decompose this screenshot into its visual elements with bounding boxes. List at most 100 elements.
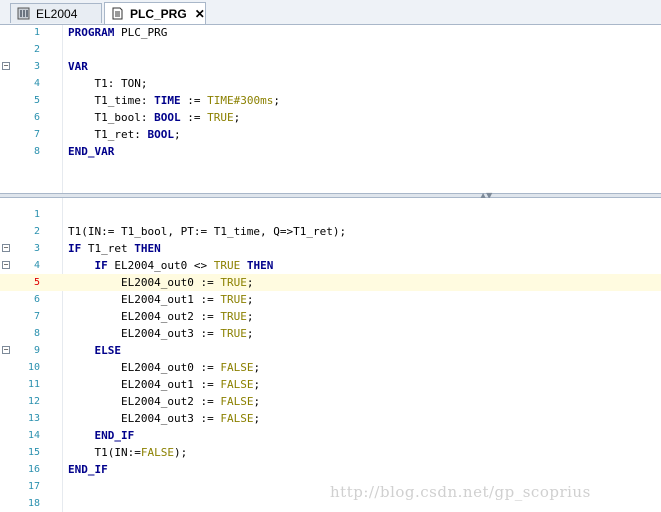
code-text: PROGRAM PLC_PRG — [68, 24, 167, 41]
line-number: 8 — [33, 146, 40, 157]
line-number: 6 — [33, 112, 40, 123]
line-number: 5 — [33, 277, 40, 288]
code-token: IF — [94, 259, 108, 272]
code-text: ELSE — [68, 342, 122, 359]
code-token: BOOL — [147, 128, 174, 141]
code-token: ; — [246, 327, 254, 340]
code-token: T1_bool: — [68, 111, 155, 124]
code-token: EL2004_out0 := — [68, 361, 221, 374]
code-text: T1_bool: BOOL := TRUE; — [68, 109, 240, 126]
line-number: 8 — [33, 328, 40, 339]
code-token: ; — [273, 94, 280, 107]
line-number: 1 — [33, 209, 40, 220]
line-number: 12 — [27, 396, 40, 407]
code-token: END_VAR — [68, 145, 115, 158]
code-line[interactable]: 16 END_IF — [0, 461, 661, 478]
code-token: FALSE — [140, 446, 174, 459]
code-token: TRUE — [207, 111, 234, 124]
code-token: PROGRAM — [68, 26, 115, 39]
code-token: TRUE — [220, 276, 247, 289]
code-line[interactable]: 14 END_IF — [0, 427, 661, 444]
code-line[interactable]: 5 EL2004_out0 := TRUE; — [0, 274, 661, 291]
code-token: T1(IN:= T1_bool, PT:= T1_time, Q=>T1_ret… — [68, 225, 347, 238]
code-line[interactable]: 7 T1_ret: BOOL; — [0, 126, 661, 143]
code-line[interactable]: 8 END_VAR — [0, 143, 661, 160]
code-token: ; — [253, 361, 261, 374]
code-token: EL2004_out0 <> — [107, 259, 214, 272]
line-number: 11 — [27, 379, 40, 390]
code-line[interactable]: 1 PROGRAM PLC_PRG — [0, 24, 661, 41]
line-number: 5 — [33, 95, 40, 106]
code-line[interactable]: 10 EL2004_out0 := FALSE; — [0, 359, 661, 376]
code-line[interactable]: 15 T1(IN:=FALSE); — [0, 444, 661, 461]
code-line[interactable]: 6 EL2004_out1 := TRUE; — [0, 291, 661, 308]
code-token: ; — [233, 111, 241, 124]
declaration-pane[interactable]: 1 PROGRAM PLC_PRG 2−3 VAR 4 T1: TON; 5 T1_tim… — [0, 25, 661, 193]
code-line[interactable]: 6 T1_bool: BOOL := TRUE; — [0, 109, 661, 126]
code-line[interactable]: 1 — [0, 206, 661, 223]
code-token: := — [180, 94, 208, 107]
code-line[interactable]: 2 — [0, 41, 661, 58]
code-token: FALSE — [220, 361, 254, 374]
code-text: T1_ret: BOOL; — [68, 126, 180, 143]
code-text: VAR — [68, 58, 88, 75]
editor-tab-bar: EL2004 PLC_PRG ✕ — [0, 0, 661, 25]
line-number: 7 — [33, 129, 40, 140]
code-text: EL2004_out1 := TRUE; — [68, 291, 253, 308]
code-token: T1: TON; — [68, 77, 148, 90]
line-number: 6 — [33, 294, 40, 305]
watermark: http://blog.csdn.net/gp_scoprius — [330, 483, 591, 501]
code-token: FALSE — [220, 412, 254, 425]
code-line[interactable]: 13 EL2004_out3 := FALSE; — [0, 410, 661, 427]
close-icon[interactable]: ✕ — [195, 7, 205, 21]
code-token: EL2004_out1 := — [68, 293, 221, 306]
line-number: 2 — [33, 226, 40, 237]
code-token: EL2004_out2 := — [68, 310, 221, 323]
code-token: THEN — [246, 259, 274, 272]
code-token: END_IF — [68, 463, 108, 476]
code-line[interactable]: 4 T1: TON; — [0, 75, 661, 92]
line-number: 15 — [27, 447, 40, 458]
code-line[interactable]: 5 T1_time: TIME := TIME#300ms; — [0, 92, 661, 109]
line-number: 14 — [27, 430, 40, 441]
code-token: T1_time: — [68, 94, 155, 107]
line-number: 2 — [33, 44, 40, 55]
code-text: EL2004_out3 := TRUE; — [68, 325, 253, 342]
code-line[interactable]: −3 VAR — [0, 58, 661, 75]
code-token: T1_ret — [81, 242, 135, 255]
tab-el2004[interactable]: EL2004 — [10, 3, 102, 23]
code-line[interactable]: 2 T1(IN:= T1_bool, PT:= T1_time, Q=>T1_re… — [0, 223, 661, 240]
code-line[interactable]: −4 IF EL2004_out0 <> TRUE THEN — [0, 257, 661, 274]
code-line[interactable]: 8 EL2004_out3 := TRUE; — [0, 325, 661, 342]
code-text: EL2004_out2 := TRUE; — [68, 308, 253, 325]
line-number: 18 — [27, 498, 40, 509]
line-number: 1 — [33, 27, 40, 38]
code-text: EL2004_out3 := FALSE; — [68, 410, 260, 427]
tab-plc-prg[interactable]: PLC_PRG ✕ — [104, 2, 206, 24]
code-token: TIME#300ms — [207, 94, 274, 107]
code-text: EL2004_out0 := FALSE; — [68, 359, 260, 376]
code-token: PLC_PRG — [114, 26, 168, 39]
code-token: IF — [68, 242, 82, 255]
code-text: END_IF — [68, 427, 135, 444]
line-number: 13 — [27, 413, 40, 424]
line-number: 3 — [33, 61, 40, 72]
code-token: TRUE — [220, 293, 247, 306]
implementation-pane[interactable]: 1 2 T1(IN:= T1_bool, PT:= T1_time, Q=>T1_r… — [0, 198, 661, 512]
line-number: 7 — [33, 311, 40, 322]
code-text: IF EL2004_out0 <> TRUE THEN — [68, 257, 274, 274]
code-token: ; — [253, 412, 261, 425]
code-line[interactable]: −9 ELSE — [0, 342, 661, 359]
code-line[interactable]: 7 EL2004_out2 := TRUE; — [0, 308, 661, 325]
code-token: EL2004_out3 := — [68, 327, 221, 340]
code-line[interactable]: 11 EL2004_out1 := FALSE; — [0, 376, 661, 393]
code-token: TRUE — [220, 310, 247, 323]
code-token: EL2004_out0 := — [68, 276, 221, 289]
code-line[interactable]: 12 EL2004_out2 := FALSE; — [0, 393, 661, 410]
code-line[interactable]: −3 IF T1_ret THEN — [0, 240, 661, 257]
code-token: T1_ret: — [68, 128, 148, 141]
code-token: ; — [253, 378, 261, 391]
